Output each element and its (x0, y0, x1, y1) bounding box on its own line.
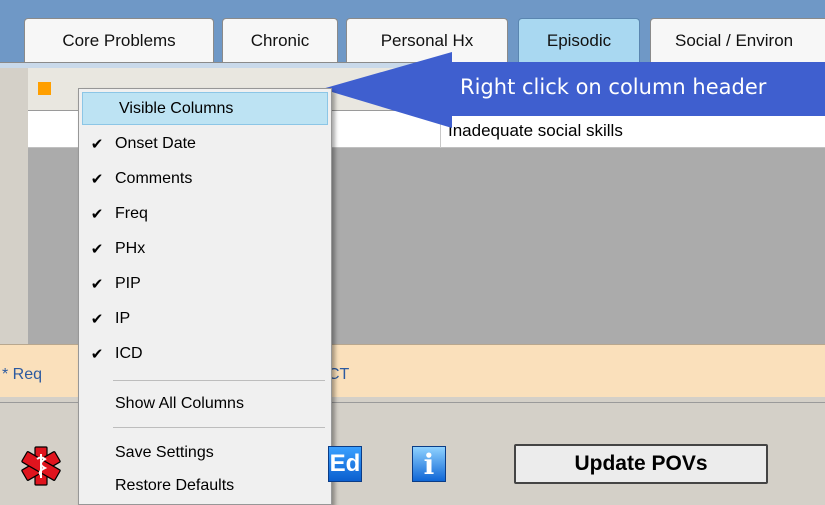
cell-divider (440, 111, 441, 148)
menu-item-label: PIP (115, 274, 141, 292)
check-icon: ✔ (90, 345, 104, 363)
menu-item-visible-columns[interactable]: Visible Columns (82, 92, 328, 125)
menu-item-show-all-columns[interactable]: Show All Columns (79, 387, 331, 420)
menu-item-label: PHx (115, 239, 146, 257)
menu-item-label: Onset Date (115, 134, 196, 152)
info-icon[interactable]: i (412, 446, 446, 482)
grid-left-margin (0, 68, 28, 344)
menu-item-save-settings[interactable]: Save Settings (79, 436, 331, 469)
check-icon: ✔ (90, 205, 104, 223)
menu-separator (113, 380, 325, 381)
callout-text: Right click on column header (460, 75, 767, 99)
menu-item-freq[interactable]: ✔ Freq (79, 197, 331, 230)
tab-core-problems[interactable]: Core Problems (24, 18, 214, 62)
menu-item-label: Comments (115, 169, 193, 187)
menu-item-pip[interactable]: ✔ PIP (79, 267, 331, 300)
edit-icon[interactable]: Ed (328, 446, 362, 482)
menu-item-icd[interactable]: ✔ ICD (79, 337, 331, 370)
check-icon: ✔ (90, 170, 104, 188)
update-povs-button[interactable]: Update POVs (514, 444, 768, 484)
menu-item-label: Restore Defaults (115, 476, 235, 494)
required-note: * Req (2, 366, 43, 383)
tab-chronic[interactable]: Chronic (222, 18, 338, 62)
check-icon: ✔ (90, 275, 104, 293)
check-icon: ✔ (90, 135, 104, 153)
menu-separator (113, 427, 325, 428)
tab-social-environ[interactable]: Social / Environ (650, 18, 825, 62)
column-context-menu: Visible Columns ✔ Onset Date ✔ Comments … (78, 88, 332, 505)
menu-item-label: ICD (115, 344, 143, 362)
orange-status-marker (38, 82, 51, 95)
check-icon: ✔ (90, 240, 104, 258)
menu-item-restore-defaults[interactable]: Restore Defaults (79, 469, 331, 502)
menu-item-label: Show All Columns (115, 394, 244, 412)
tab-personal-hx[interactable]: Personal Hx (346, 18, 508, 62)
menu-item-ip[interactable]: ✔ IP (79, 302, 331, 335)
menu-item-label: Visible Columns (119, 99, 234, 117)
check-icon: ✔ (90, 310, 104, 328)
menu-item-label: IP (115, 309, 131, 327)
menu-item-comments[interactable]: ✔ Comments (79, 162, 331, 195)
menu-item-label: Freq (115, 204, 148, 222)
medical-star-icon[interactable] (20, 445, 62, 487)
menu-item-onset-date[interactable]: ✔ Onset Date (79, 127, 331, 160)
menu-item-label: Save Settings (115, 443, 214, 461)
row-problem-text: Inadequate social skills (448, 121, 623, 140)
tab-episodic[interactable]: Episodic (518, 18, 640, 62)
menu-item-phx[interactable]: ✔ PHx (79, 232, 331, 265)
